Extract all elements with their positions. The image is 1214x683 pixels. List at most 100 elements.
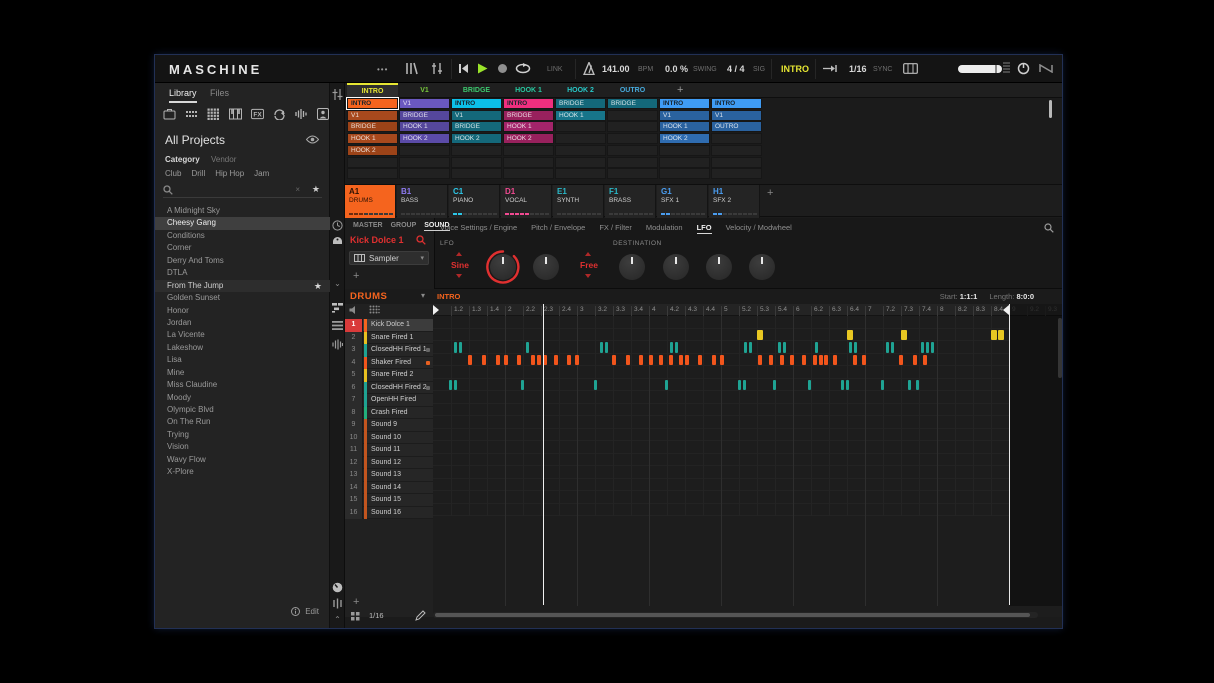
note-event[interactable] (567, 354, 571, 365)
sync-label[interactable]: SYNC (873, 66, 892, 73)
sound-row[interactable]: 10 Sound 10 (345, 431, 433, 444)
browser-toggle-icon[interactable] (405, 62, 418, 75)
phase-knob-dial[interactable] (533, 254, 559, 280)
empty-clip-slot[interactable] (503, 168, 554, 180)
pad-grid-icon[interactable] (369, 305, 380, 315)
section-tab-intro[interactable]: INTRO (347, 83, 398, 98)
clip-intro[interactable]: INTRO (503, 98, 554, 109)
empty-clip-slot[interactable] (503, 144, 554, 156)
clip-outro[interactable]: OUTRO (711, 121, 762, 133)
pattern-horizontal-scrollbar[interactable] (433, 612, 1038, 618)
list-item[interactable]: Lakeshow (155, 342, 330, 354)
note-event[interactable] (743, 379, 746, 390)
clip-hook1[interactable]: HOOK 1 (503, 121, 554, 133)
empty-clip-slot[interactable] (555, 121, 606, 133)
section-tab-outro[interactable]: OUTRO (607, 83, 658, 98)
midi-plug-icon[interactable] (331, 235, 344, 248)
note-event[interactable] (847, 329, 853, 340)
group-tile-e1[interactable]: E1 SYNTH (553, 185, 604, 218)
list-item[interactable]: Olympic Blvd (155, 404, 330, 416)
sound-row[interactable]: 2 Snare Fired 1 (345, 331, 433, 344)
clip-intro[interactable]: INTRO (711, 98, 762, 109)
playhead[interactable] (543, 304, 544, 605)
param-tab-modulation[interactable]: Modulation (646, 223, 683, 234)
empty-clip-slot[interactable] (711, 133, 762, 145)
empty-clip-slot[interactable] (451, 168, 502, 180)
menu-dots-icon[interactable]: ••• (377, 65, 388, 74)
list-item[interactable]: Jordan (155, 317, 330, 329)
add-group-button[interactable]: + (767, 187, 773, 199)
note-event[interactable] (639, 354, 643, 365)
note-event[interactable] (916, 379, 919, 390)
clip-bridge[interactable]: BRIDGE (347, 121, 398, 133)
note-event[interactable] (824, 354, 828, 365)
fx-icon[interactable]: FX (251, 108, 264, 121)
step-grid-value[interactable]: 1/16 (849, 64, 867, 74)
tab-library[interactable]: Library (169, 88, 197, 103)
tab-files[interactable]: Files (210, 88, 229, 98)
cpu-power-icon[interactable] (1017, 62, 1030, 75)
empty-clip-slot[interactable] (607, 121, 658, 133)
empty-clip-slot[interactable] (607, 144, 658, 156)
empty-clip-slot[interactable] (347, 156, 398, 168)
cutoff-knob-dial[interactable] (663, 254, 689, 280)
empty-clip-slot[interactable] (451, 144, 502, 156)
note-event[interactable] (758, 354, 762, 365)
sound-row[interactable]: 8 Crash Fired (345, 406, 433, 419)
empty-clip-slot[interactable] (607, 168, 658, 180)
sound-row[interactable]: 12 Sound 12 (345, 456, 433, 469)
note-event[interactable] (769, 354, 773, 365)
empty-clip-slot[interactable] (659, 156, 710, 168)
restart-button[interactable] (458, 63, 469, 74)
clip-hook2[interactable]: HOOK 2 (659, 133, 710, 145)
note-event[interactable] (773, 379, 776, 390)
note-lanes[interactable] (433, 304, 1062, 617)
clip-hook1[interactable]: HOOK 1 (347, 133, 398, 145)
empty-clip-slot[interactable] (711, 144, 762, 156)
note-event[interactable] (921, 342, 924, 353)
pattern-grid-value[interactable]: 1/16 (369, 611, 384, 620)
note-event[interactable] (908, 379, 911, 390)
note-event[interactable] (808, 379, 811, 390)
empty-clip-slot[interactable] (555, 144, 606, 156)
note-event[interactable] (998, 329, 1004, 340)
note-event[interactable] (815, 342, 818, 353)
pattern-end-flag[interactable] (1003, 305, 1009, 315)
empty-clip-slot[interactable] (607, 133, 658, 145)
note-event[interactable] (738, 379, 741, 390)
sound-row[interactable]: 3 ClosedHH Fired 1 (345, 344, 433, 357)
keys-icon[interactable] (229, 108, 242, 121)
projects-icon[interactable] (163, 108, 176, 121)
note-event[interactable] (449, 379, 452, 390)
note-event[interactable] (459, 342, 462, 353)
note-event[interactable] (862, 354, 866, 365)
link-toggle[interactable]: LINK (547, 66, 563, 73)
section-tab-hook1[interactable]: HOOK 1 (503, 83, 554, 98)
section-tab-bridge[interactable]: BRIDGE (451, 83, 502, 98)
start-value[interactable]: 1:1:1 (960, 292, 978, 301)
channel-tab-group[interactable]: GROUP (391, 222, 417, 231)
tag-filter[interactable]: Hip Hop (215, 169, 244, 178)
param-tab-fx-filter[interactable]: FX / Filter (599, 223, 632, 234)
note-event[interactable] (790, 354, 794, 365)
eye-icon[interactable] (306, 135, 319, 144)
note-event[interactable] (841, 379, 844, 390)
favorite-star-icon[interactable]: ★ (314, 280, 322, 292)
empty-clip-slot[interactable] (555, 168, 606, 180)
loops-icon[interactable] (273, 108, 286, 121)
note-event[interactable] (468, 354, 472, 365)
current-section-display[interactable]: INTRO (781, 64, 809, 74)
list-item[interactable]: La Vicente (155, 329, 330, 341)
list-item[interactable]: Derry And Toms (155, 255, 330, 267)
list-item[interactable]: Corner (155, 242, 330, 254)
note-event[interactable] (537, 354, 541, 365)
add-section-button[interactable]: + (677, 84, 683, 96)
list-item[interactable]: Mine (155, 367, 330, 379)
note-event[interactable] (670, 342, 673, 353)
empty-clip-slot[interactable] (711, 168, 762, 180)
dial-mode-icon[interactable] (331, 581, 344, 594)
pads-icon[interactable] (185, 108, 198, 121)
scene-scrollbar[interactable] (1049, 100, 1052, 118)
selector-up-icon[interactable] (456, 252, 462, 256)
note-event[interactable] (926, 342, 929, 353)
